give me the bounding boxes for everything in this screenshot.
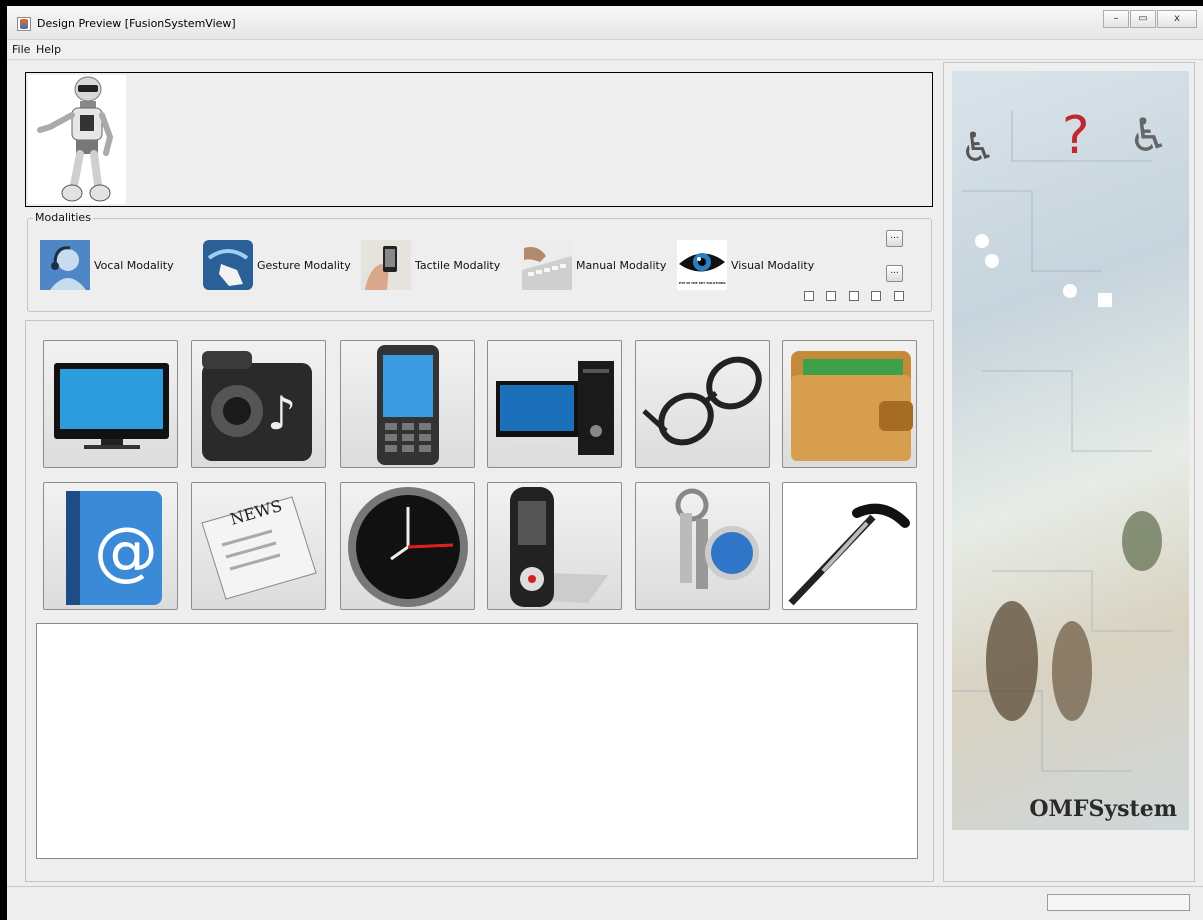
java-app-icon xyxy=(17,17,31,31)
eyeglasses-icon xyxy=(642,356,762,446)
walking-cane-button[interactable] xyxy=(782,482,917,610)
visual-modality[interactable]: EYE IN THE SKY SOLUTIONS Visual Modality xyxy=(677,239,814,291)
clock-icon xyxy=(348,487,468,607)
close-button[interactable]: x xyxy=(1157,10,1197,28)
tactile-modality-label: Tactile Modality xyxy=(415,258,501,272)
mobile-phone-button[interactable] xyxy=(340,340,475,468)
wallet-icon xyxy=(791,351,913,461)
visual-modality-label: Visual Modality xyxy=(731,258,815,272)
more-options-button-2[interactable]: ... xyxy=(886,265,903,282)
tv-button[interactable] xyxy=(43,340,178,468)
address-book-icon: @ xyxy=(66,491,162,605)
modalities-group: Modalities Vocal Modality Gesture Modali… xyxy=(27,211,932,312)
svg-text:♿: ♿ xyxy=(960,125,996,171)
side-panel: ♿ ? ♿ OMFSystem xyxy=(943,62,1195,882)
hand-keyboard-icon xyxy=(522,240,572,290)
desktop-computer-button[interactable] xyxy=(487,340,622,468)
minimize-button[interactable]: – xyxy=(1103,10,1129,28)
title-bar: Design Preview [FusionSystemView] – ▭ x xyxy=(7,6,1203,40)
progress-bar xyxy=(1047,894,1190,911)
gesture-modality[interactable]: Gesture Modality xyxy=(203,239,351,291)
omfsystem-poster: ♿ ? ♿ OMFSystem xyxy=(952,71,1189,830)
menu-file[interactable]: File xyxy=(12,43,30,56)
clock-button[interactable] xyxy=(340,482,475,610)
vocal-modality-label: Vocal Modality xyxy=(94,258,174,272)
keys-icon xyxy=(675,488,759,589)
hand-phone-icon xyxy=(361,240,411,290)
header-banner xyxy=(25,72,933,207)
output-text-area[interactable] xyxy=(36,623,918,859)
headset-person-icon xyxy=(40,240,90,290)
more-options-button-1[interactable]: ... xyxy=(886,230,903,247)
maximize-button[interactable]: ▭ xyxy=(1130,10,1156,28)
svg-text:♪: ♪ xyxy=(267,386,296,440)
checkbox-1[interactable] xyxy=(804,291,814,301)
eye-caption: EYE IN THE SKY SOLUTIONS xyxy=(679,281,726,285)
music-button[interactable]: ♪ xyxy=(191,340,326,468)
modalities-label: Modalities xyxy=(33,211,93,224)
menu-help[interactable]: Help xyxy=(36,43,61,56)
tv-icon xyxy=(54,363,169,449)
checkbox-3[interactable] xyxy=(849,291,859,301)
gesture-modality-label: Gesture Modality xyxy=(257,258,351,272)
mobile-phone-icon xyxy=(377,345,439,465)
omfsystem-title: OMFSystem xyxy=(1029,796,1177,822)
app-window: Design Preview [FusionSystemView] – ▭ x … xyxy=(7,6,1203,920)
desktop-computer-icon xyxy=(496,361,614,455)
status-bar xyxy=(7,886,1203,920)
robot-icon xyxy=(28,75,126,204)
svg-text:?: ? xyxy=(1062,106,1090,166)
checkbox-5[interactable] xyxy=(894,291,904,301)
eyeglasses-button[interactable] xyxy=(635,340,770,468)
keys-button[interactable] xyxy=(635,482,770,610)
menu-bar: File Help xyxy=(7,40,1203,60)
walking-cane-icon xyxy=(788,503,910,606)
address-book-button[interactable]: @ xyxy=(43,482,178,610)
remote-control-button[interactable] xyxy=(487,482,622,610)
tactile-modality[interactable]: Tactile Modality xyxy=(361,239,500,291)
hand-swipe-icon xyxy=(203,240,253,290)
checkbox-4[interactable] xyxy=(871,291,881,301)
newspaper-button[interactable]: NEWS xyxy=(191,482,326,610)
manual-modality-label: Manual Modality xyxy=(576,258,667,272)
svg-text:@: @ xyxy=(94,515,158,589)
eye-icon: EYE IN THE SKY SOLUTIONS xyxy=(677,240,727,290)
remote-control-icon xyxy=(510,487,608,607)
newspaper-icon: NEWS xyxy=(201,496,317,600)
music-speaker-folder-icon: ♪ xyxy=(202,351,312,461)
window-title: Design Preview [FusionSystemView] xyxy=(37,17,236,30)
vocal-modality[interactable]: Vocal Modality xyxy=(40,239,174,291)
checkbox-2[interactable] xyxy=(826,291,836,301)
manual-modality[interactable]: Manual Modality xyxy=(522,239,666,291)
svg-text:♿: ♿ xyxy=(1128,108,1169,162)
wallet-button[interactable] xyxy=(782,340,917,468)
